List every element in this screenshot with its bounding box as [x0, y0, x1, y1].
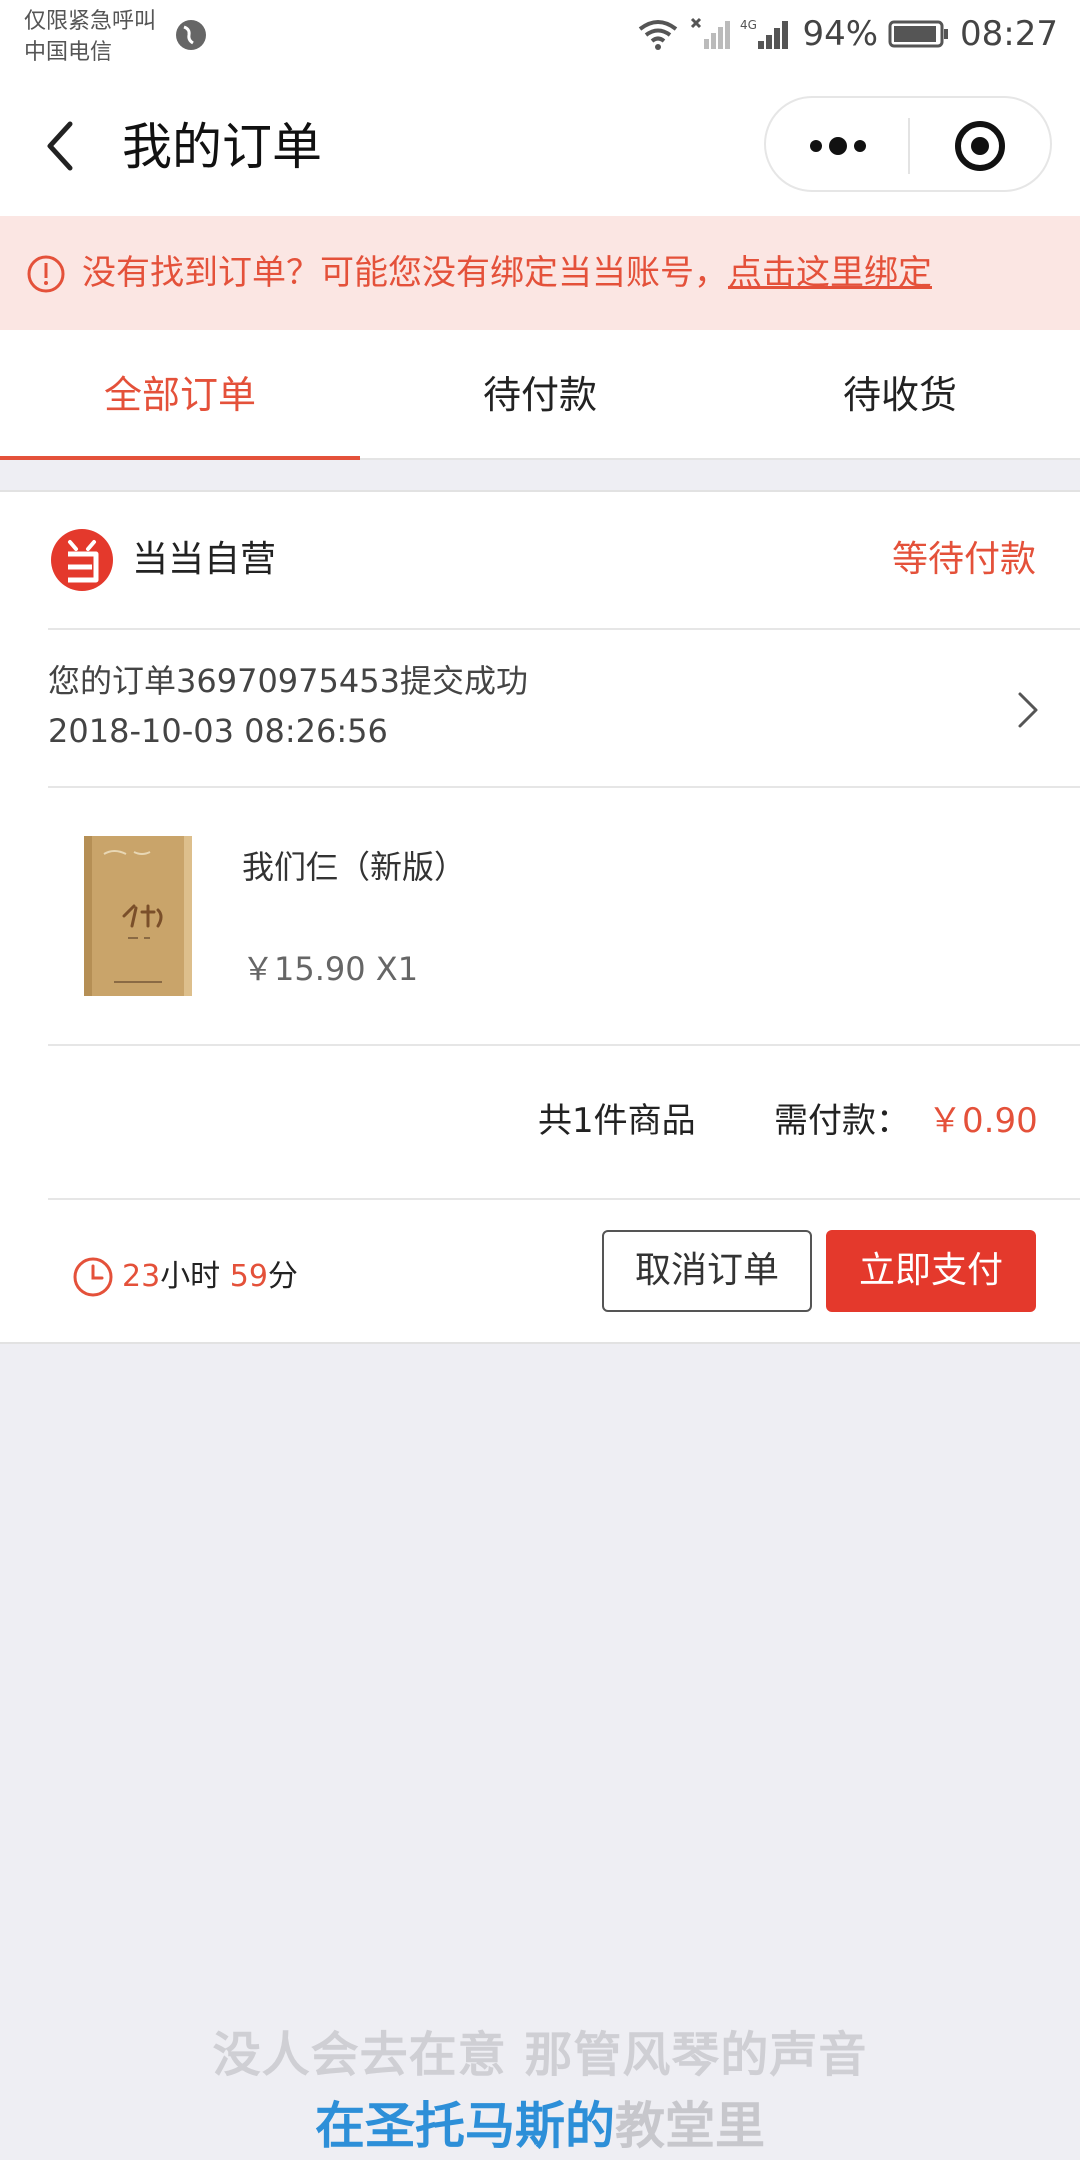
no-signal-icon — [691, 17, 731, 49]
status-bar: 仅限紧急呼叫 中国电信 4G 94% 08:27 — [0, 0, 1080, 78]
signal-4g-icon: 4G — [740, 18, 789, 49]
back-arrow-icon[interactable] — [40, 114, 80, 178]
order-info-row[interactable]: 您的订单36970975453提交成功 2018-10-03 08:26:56 — [48, 656, 528, 756]
notice-message: 没有找到订单？可能您没有绑定当当账号，点击这里绑定 — [82, 248, 932, 298]
product-title[interactable]: 我们仨（新版） — [242, 842, 466, 892]
order-tabs: 全部订单 待付款 待收货 — [0, 330, 1080, 460]
carrier-line-1: 仅限紧急呼叫 — [24, 9, 157, 34]
tab-all-orders[interactable]: 全部订单 — [0, 330, 360, 460]
shop-name: 当当自营 — [132, 539, 277, 580]
subtitle-line-2: 在圣托马斯的教堂里 — [0, 2094, 1080, 2158]
payment-countdown: 23小时 59分 — [122, 1252, 298, 1302]
alert-circle-icon — [27, 255, 65, 293]
product-price-quantity: ￥15.90 X1 — [242, 950, 419, 988]
cancel-order-button[interactable]: 取消订单 — [602, 1230, 812, 1312]
countdown-minutes-unit: 分 — [267, 1259, 298, 1294]
battery-percent: 94% — [802, 14, 879, 54]
carrier-line-2: 中国电信 — [24, 40, 113, 65]
more-dots-icon[interactable] — [802, 128, 874, 164]
status-indicators: 4G 94% 08:27 — [636, 14, 1058, 54]
network-type-label: 4G — [740, 18, 757, 32]
tab-pending-receipt[interactable]: 待收货 — [720, 330, 1080, 460]
tab-pending-payment[interactable]: 待付款 — [360, 330, 720, 460]
order-datetime: 2018-10-03 08:26:56 — [48, 712, 388, 750]
divider — [48, 1198, 1080, 1200]
divider — [48, 628, 1080, 630]
order-status: 等待付款 — [891, 539, 1036, 580]
page-title: 我的订单 — [122, 118, 322, 176]
divider — [48, 786, 1080, 788]
divider — [48, 1044, 1080, 1046]
order-message: 您的订单36970975453提交成功 — [48, 662, 528, 700]
battery-icon — [888, 20, 949, 48]
close-target-icon[interactable] — [952, 118, 1008, 174]
item-count: 共1件商品 — [538, 1101, 696, 1141]
clock-time: 08:27 — [960, 14, 1058, 54]
amount-due-label: 需付款： — [774, 1101, 910, 1141]
countdown-hours: 23 — [122, 1259, 161, 1294]
clock-icon — [73, 1257, 113, 1297]
active-tab-indicator — [0, 456, 360, 460]
navigation-bar: 我的订单 — [0, 78, 1080, 216]
subtitle-rest: 教堂里 — [615, 2097, 765, 2155]
countdown-minutes: 59 — [229, 1259, 268, 1294]
order-card: 当当自营 等待付款 您的订单36970975453提交成功 2018-10-03… — [0, 490, 1080, 1344]
pay-now-button[interactable]: 立即支付 — [826, 1230, 1036, 1312]
wifi-icon — [639, 20, 678, 50]
subtitle-line-1: 没人会去在意 那管风琴的声音 — [212, 2027, 868, 2083]
mini-program-capsule — [764, 96, 1052, 192]
dangdang-logo-icon — [51, 529, 113, 591]
chevron-right-icon[interactable] — [1014, 688, 1042, 732]
countdown-hours-unit: 小时 — [160, 1259, 221, 1294]
book-cover-image[interactable] — [84, 836, 192, 996]
amount-due-value: ￥0.90 — [928, 1101, 1038, 1141]
bind-account-link[interactable]: 点击这里绑定 — [728, 253, 932, 293]
subtitle-highlight: 在圣托马斯的 — [315, 2097, 615, 2155]
capsule-divider — [908, 118, 910, 174]
notice-text: 没有找到订单？可能您没有绑定当当账号， — [82, 253, 728, 293]
globe-icon — [176, 20, 206, 50]
carrier-info: 仅限紧急呼叫 中国电信 — [24, 6, 156, 68]
bind-account-notice: 没有找到订单？可能您没有绑定当当账号，点击这里绑定 — [0, 216, 1080, 330]
